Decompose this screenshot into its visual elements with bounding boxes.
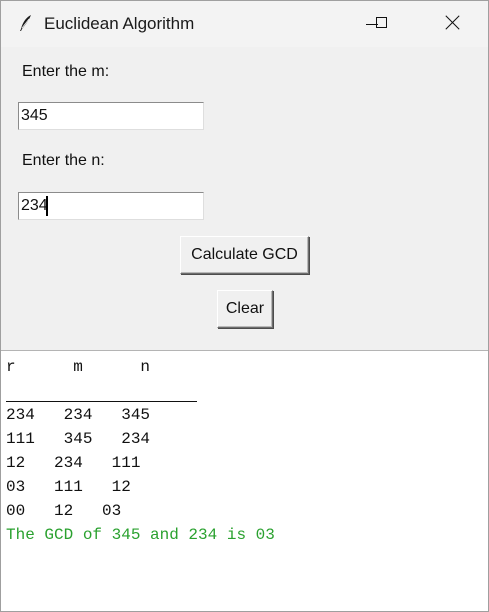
window-title: Euclidean Algorithm [44,14,195,33]
output-text-area[interactable]: r m n 234 234 345 111 345 234 12 234 111… [1,350,488,611]
output-row: 234 234 345 [6,406,151,424]
calculate-gcd-button[interactable]: Calculate GCD [180,236,309,274]
m-label: Enter the m: [22,63,110,80]
maximize-icon[interactable] [359,1,405,47]
n-label: Enter the n: [22,152,105,169]
text-cursor [46,196,48,216]
gcd-result-text: The GCD of 345 and 234 is 03 [6,526,275,544]
app-window: Euclidean Algorithm Enter the m: Enter t… [0,0,489,612]
title-bar[interactable]: Euclidean Algorithm [1,1,488,47]
output-header: r m n [6,358,151,376]
header-divider [6,401,197,402]
clear-button[interactable]: Clear [217,290,273,328]
output-row: 111 345 234 [6,430,151,448]
output-row: 00 12 03 [6,502,122,520]
output-row: 03 111 12 [6,478,131,496]
close-icon[interactable] [430,1,476,47]
m-input[interactable] [18,102,204,130]
output-row: 12 234 111 [6,454,141,472]
feather-icon [19,14,33,32]
